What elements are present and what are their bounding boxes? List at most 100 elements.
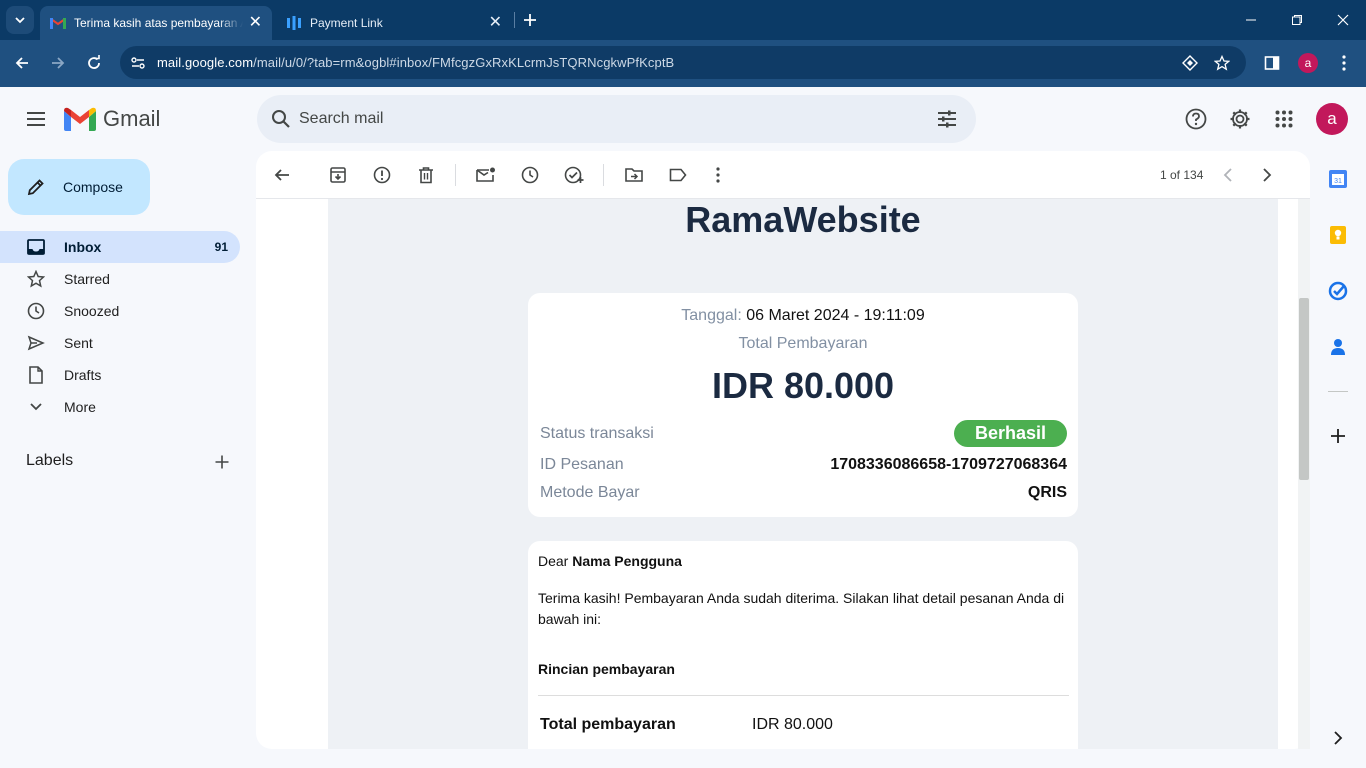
nav-inbox[interactable]: Inbox 91 [0, 231, 240, 263]
inbox-unread-count: 91 [214, 240, 228, 254]
get-addons-button[interactable] [1326, 424, 1350, 448]
email-brand-title: RamaWebsite [685, 199, 921, 240]
minimize-icon [1246, 19, 1256, 21]
move-to-button[interactable] [622, 163, 646, 187]
support-button[interactable] [1181, 104, 1211, 134]
minimize-button[interactable] [1228, 0, 1274, 40]
search-input[interactable] [299, 107, 899, 131]
forward-button[interactable] [44, 50, 72, 76]
add-task-icon [564, 166, 584, 184]
back-button[interactable] [8, 50, 36, 76]
report-spam-button[interactable] [370, 163, 394, 187]
contacts-icon [1331, 339, 1345, 355]
more-actions-button[interactable] [706, 163, 730, 187]
calendar-app-button[interactable]: 31 [1326, 167, 1350, 191]
gmail-logo[interactable]: Gmail [64, 106, 160, 132]
message-scrollbar-thumb[interactable] [1299, 298, 1309, 480]
nav-sent[interactable]: Sent [0, 327, 240, 359]
close-tab-icon[interactable]: ✕ [249, 15, 262, 31]
svg-text:31: 31 [1334, 178, 1342, 185]
email-body: RamaWebsite Tanggal: 06 Maret 2024 - 19:… [328, 199, 1278, 749]
payment-favicon-icon [287, 16, 301, 30]
close-window-button[interactable] [1320, 0, 1366, 40]
delete-button[interactable] [414, 163, 438, 187]
more-vert-icon [1342, 55, 1346, 71]
side-panel-button[interactable] [1258, 50, 1286, 76]
chevron-left-icon [1223, 168, 1232, 182]
keep-app-button[interactable] [1326, 223, 1350, 247]
plus-icon [1331, 429, 1345, 443]
labels-heading: Labels [26, 452, 74, 469]
lens-icon[interactable] [1180, 53, 1200, 73]
nav-sent-label: Sent [64, 335, 93, 351]
new-tab-button[interactable] [518, 8, 542, 32]
message-action-bar: 1 of 134 [256, 151, 1310, 199]
status-label: Status transaksi [540, 425, 654, 442]
greeting: Dear Nama Pengguna [538, 553, 682, 569]
message-pane: 1 of 134 RamaWebsite Tanggal: 06 Maret 2… [256, 151, 1310, 749]
main-menu-button[interactable] [20, 103, 52, 135]
search-bar[interactable] [257, 95, 976, 143]
mark-unread-button[interactable] [474, 163, 498, 187]
compose-button[interactable]: Compose [8, 159, 150, 215]
browser-menu-button[interactable] [1330, 50, 1358, 76]
snooze-button[interactable] [518, 163, 542, 187]
url-host: mail.google.com [157, 55, 254, 70]
nav-more-label: More [64, 399, 96, 415]
menu-icon [27, 112, 45, 126]
star-icon [26, 269, 46, 289]
add-to-tasks-button[interactable] [562, 163, 586, 187]
total-payment-amount: IDR 80.000 [711, 365, 895, 406]
transaction-date: Tanggal: 06 Maret 2024 - 19:11:09 [528, 307, 1078, 325]
reload-icon [88, 55, 100, 69]
nav-starred[interactable]: Starred [0, 263, 240, 295]
nav-snoozed[interactable]: Snoozed [0, 295, 240, 327]
archive-button[interactable] [326, 163, 350, 187]
google-apps-button[interactable] [1269, 104, 1299, 134]
labels-button[interactable] [666, 163, 690, 187]
order-id-label: ID Pesanan [540, 456, 624, 473]
tab-search-button[interactable] [6, 6, 34, 34]
site-info-icon[interactable] [128, 53, 148, 73]
close-tab-icon[interactable]: ✕ [489, 15, 502, 31]
more-vert-icon [716, 167, 720, 183]
side-panel-divider [1328, 391, 1348, 392]
chevron-right-icon [1334, 731, 1343, 745]
back-to-inbox-button[interactable] [270, 163, 294, 187]
reload-button[interactable] [80, 50, 108, 76]
show-side-panel-button[interactable] [1326, 726, 1350, 750]
tab-title: Terima kasih atas pembayaran Anda [74, 16, 243, 30]
tab-gmail[interactable]: Terima kasih atas pembayaran Anda ✕ [40, 6, 272, 40]
bookmark-star-icon[interactable] [1212, 53, 1232, 73]
help-icon [1185, 108, 1207, 130]
tasks-app-button[interactable] [1326, 279, 1350, 303]
toolbar-divider [603, 164, 604, 186]
tab-payment-link[interactable]: Payment Link ✕ [276, 6, 512, 40]
settings-button[interactable] [1225, 104, 1255, 134]
total-payment-row-label: Total pembayaran [540, 716, 676, 733]
contacts-app-button[interactable] [1326, 335, 1350, 359]
gmail-m-icon [64, 107, 96, 131]
create-label-button[interactable] [210, 450, 234, 474]
search-icon[interactable] [269, 107, 293, 131]
chevron-down-icon [26, 397, 46, 417]
nav-drafts-label: Drafts [64, 367, 102, 383]
clock-icon [521, 166, 539, 184]
browser-profile-avatar[interactable]: a [1298, 53, 1318, 73]
address-bar[interactable]: mail.google.com/mail/u/0/?tab=rm&ogbl#in… [120, 46, 1246, 79]
arrow-right-icon [52, 57, 65, 69]
account-avatar[interactable]: a [1316, 103, 1348, 135]
trash-icon [419, 167, 433, 184]
search-options-icon[interactable] [935, 107, 959, 131]
restore-button[interactable] [1274, 0, 1320, 40]
newer-message-button[interactable] [1216, 163, 1240, 187]
nav-drafts[interactable]: Drafts [0, 359, 240, 391]
tab-title: Payment Link [310, 16, 383, 30]
older-message-button[interactable] [1255, 163, 1279, 187]
compose-label: Compose [63, 179, 123, 195]
pencil-icon [27, 179, 44, 196]
nav-more[interactable]: More [0, 391, 240, 423]
calendar-icon: 31 [1329, 170, 1347, 188]
thank-you-message: Terima kasih! Pembayaran Anda sudah dite… [538, 590, 1065, 627]
restore-icon [1292, 15, 1302, 25]
